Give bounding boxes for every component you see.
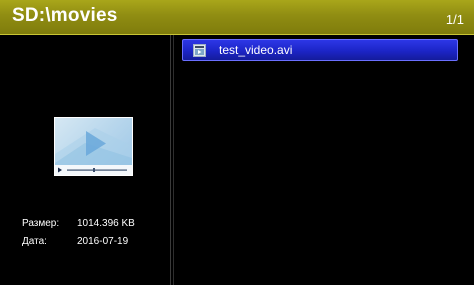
video-thumbnail-icon: [54, 117, 133, 176]
pane-divider: [173, 35, 174, 285]
size-label: Размер:: [22, 218, 60, 229]
video-preview-graphic: [55, 128, 132, 175]
file-list[interactable]: test_video.avi: [176, 35, 474, 285]
date-label: Дата:: [22, 236, 47, 247]
file-list-item-selected[interactable]: test_video.avi: [182, 39, 458, 61]
title-bar: SD:\movies 1/1: [0, 0, 474, 35]
file-browser-screen: SD:\movies 1/1 Размер: 1014.396 KB Дата:…: [0, 0, 474, 285]
size-value: 1014.396 KB: [77, 218, 135, 229]
file-info-pane: Размер: 1014.396 KB Дата: 2016-07-19: [0, 35, 171, 285]
date-value: 2016-07-19: [77, 236, 129, 247]
file-name: test_video.avi: [219, 43, 293, 57]
seek-handle: [93, 168, 95, 172]
current-path: SD:\movies: [12, 5, 118, 26]
page-indicator: 1/1: [445, 12, 464, 27]
video-file-icon: [193, 44, 206, 57]
